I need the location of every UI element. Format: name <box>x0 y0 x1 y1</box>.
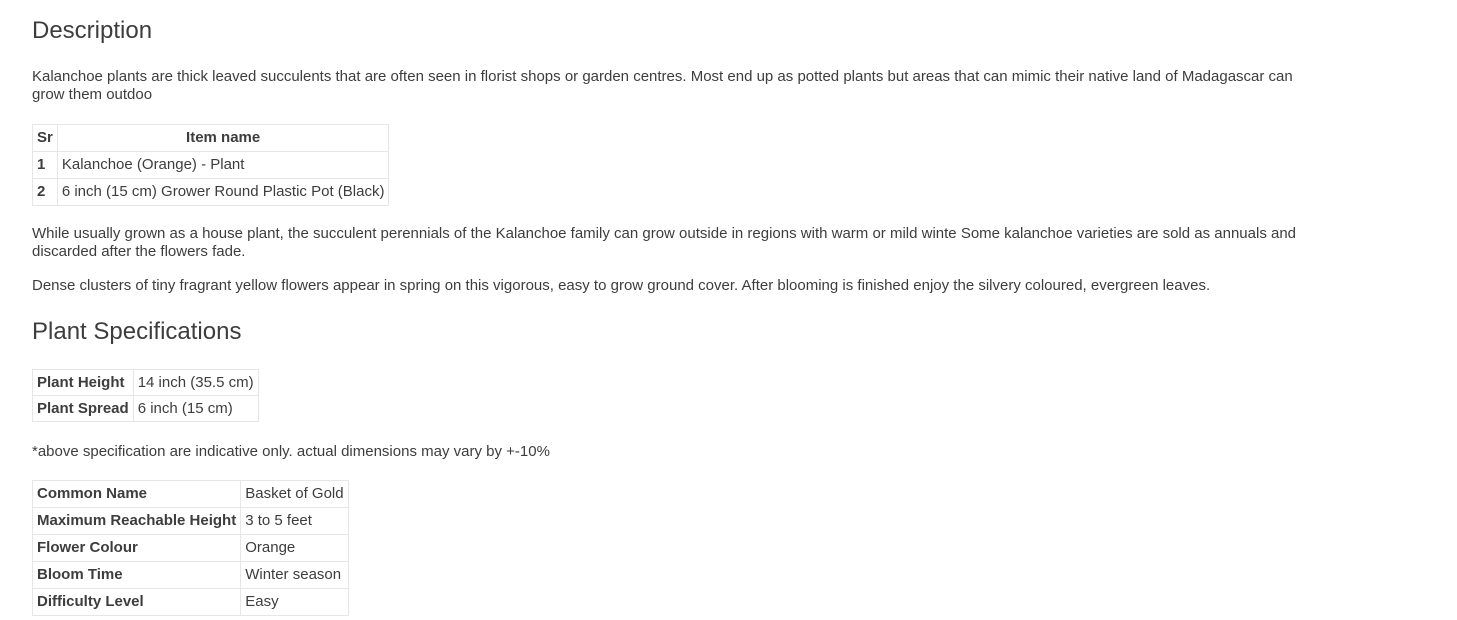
detail-value: Winter season <box>240 561 349 589</box>
detail-label: Bloom Time <box>31 561 242 589</box>
item-name: Kalanchoe (Orange) - Plant <box>56 151 390 179</box>
detail-label: Flower Colour <box>31 534 242 562</box>
detail-label: Difficulty Level <box>31 588 242 616</box>
spec-label: Plant Spread <box>32 395 134 422</box>
table-row: Plant Spread 6 inch (15 cm) <box>32 395 259 422</box>
intro-paragraph: Kalanchoe plants are thick leaved succul… <box>32 68 1293 103</box>
table-row: Difficulty Level Easy <box>31 588 349 616</box>
spec-value: 14 inch (35.5 cm) <box>132 369 259 396</box>
plant-details-table: Common Name Basket of Gold Maximum Reach… <box>31 480 349 616</box>
flowers-paragraph: Dense clusters of tiny fragrant yellow f… <box>32 277 1211 294</box>
spec-label: Plant Height <box>32 369 134 396</box>
table-row: 1 Kalanchoe (Orange) - Plant <box>32 151 390 179</box>
specifications-heading: Plant Specifications <box>32 318 242 345</box>
table-row: Maximum Reachable Height 3 to 5 feet <box>31 507 349 535</box>
column-header-item-name: Item name <box>56 124 390 152</box>
column-header-sr: Sr <box>32 124 58 152</box>
detail-label: Common Name <box>31 480 242 508</box>
specification-note: *above specification are indicative only… <box>32 443 550 460</box>
items-table: Sr Item name 1 Kalanchoe (Orange) - Plan… <box>32 124 390 206</box>
table-row: Plant Height 14 inch (35.5 cm) <box>32 369 259 396</box>
table-row: 2 6 inch (15 cm) Grower Round Plastic Po… <box>32 178 390 206</box>
item-sr: 1 <box>32 151 58 179</box>
detail-value: Orange <box>240 534 349 562</box>
detail-value: 3 to 5 feet <box>240 507 349 535</box>
table-row: Common Name Basket of Gold <box>31 480 349 508</box>
table-row: Bloom Time Winter season <box>31 561 349 589</box>
care-paragraph: While usually grown as a house plant, th… <box>32 225 1297 260</box>
spec-value: 6 inch (15 cm) <box>132 395 259 422</box>
items-table-header-row: Sr Item name <box>32 124 390 152</box>
detail-value: Basket of Gold <box>240 480 349 508</box>
item-name: 6 inch (15 cm) Grower Round Plastic Pot … <box>56 178 390 206</box>
detail-label: Maximum Reachable Height <box>31 507 242 535</box>
description-heading: Description <box>32 17 153 44</box>
item-sr: 2 <box>32 178 58 206</box>
detail-value: Easy <box>240 588 349 616</box>
table-row: Flower Colour Orange <box>31 534 349 562</box>
specifications-table: Plant Height 14 inch (35.5 cm) Plant Spr… <box>32 369 259 422</box>
